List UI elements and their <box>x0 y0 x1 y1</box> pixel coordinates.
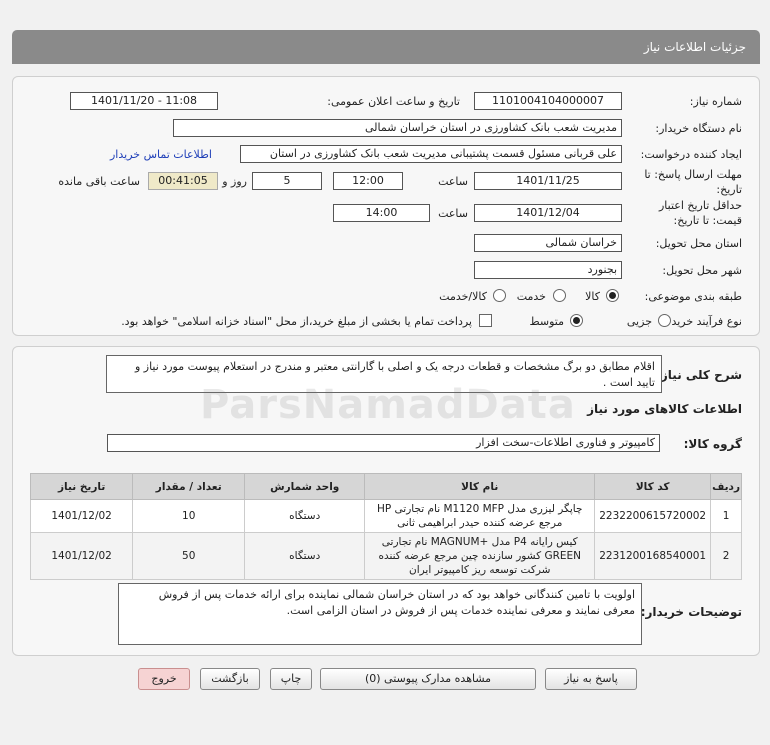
city-label: شهر محل تحویل: <box>662 264 742 277</box>
description-label: شرح کلی نیاز: <box>656 368 742 382</box>
cell-row: 1 <box>710 499 742 533</box>
deadline-label-line2: تاریخ: <box>716 183 742 196</box>
province-field: خراسان شمالی <box>474 234 622 252</box>
need-number-field: 1101004104000007 <box>474 92 622 110</box>
cell-unit: دستگاه <box>244 532 366 580</box>
creator-field: علی قربانی مسئول قسمت پشتیبانی مدیریت شع… <box>240 145 622 163</box>
treasury-payment-checkbox[interactable] <box>479 314 492 327</box>
buyer-org-field: مدیریت شعب بانک کشاورزی در استان خراسان … <box>173 119 622 137</box>
process-minor-label: جزیی <box>626 315 652 328</box>
cell-date: 1401/12/02 <box>29 499 134 533</box>
col-unit: واحد شمارش <box>244 473 366 500</box>
deadline-time-label: ساعت <box>438 175 468 188</box>
category-radio-goods[interactable] <box>606 289 619 302</box>
category-goods-label: کالا <box>585 290 600 303</box>
validity-date-field: 1401/12/04 <box>474 204 622 222</box>
process-radio-medium[interactable] <box>570 314 583 327</box>
goods-info-title: اطلاعات کالاهای مورد نیاز <box>587 402 742 416</box>
col-code: کد کالا <box>594 473 712 500</box>
reply-button[interactable]: پاسخ به نیاز <box>545 668 637 690</box>
goods-table: ردیف کد کالا نام کالا واحد شمارش تعداد /… <box>29 473 742 580</box>
buyer-org-label: نام دستگاه خریدار: <box>655 122 742 135</box>
process-medium-label: متوسط <box>529 315 564 328</box>
exit-button[interactable]: خروج <box>138 668 190 690</box>
deadline-date-field: 1401/11/25 <box>474 172 622 190</box>
buyer-notes-text: اولویت با تامین کنندگانی خواهد بود که در… <box>118 583 642 645</box>
treasury-payment-note: پرداخت تمام یا بخشی از مبلغ خرید،از محل … <box>121 315 472 328</box>
days-label: روز و <box>222 175 247 188</box>
process-radio-minor[interactable] <box>658 314 671 327</box>
buyer-contact-link[interactable]: اطلاعات تماس خریدار <box>110 148 212 161</box>
announce-field: 1401/11/20 - 11:08 <box>70 92 218 110</box>
col-date: تاریخ نیاز <box>29 473 134 500</box>
col-qty: تعداد / مقدار <box>132 473 246 500</box>
city-field: بجنورد <box>474 261 622 279</box>
goods-group-field: کامپیوتر و فناوری اطلاعات-سخت افزار <box>107 434 660 452</box>
cell-date: 1401/12/02 <box>29 532 134 580</box>
validity-time-field: 14:00 <box>333 204 430 222</box>
validity-time-label: ساعت <box>438 207 468 220</box>
cell-qty: 10 <box>132 499 246 533</box>
deadline-time-field: 12:00 <box>333 172 403 190</box>
goods-group-label: گروه کالا: <box>683 437 742 451</box>
cell-code: 2231200168540001 <box>594 532 712 580</box>
category-radio-service[interactable] <box>553 289 566 302</box>
cell-code: 2232200615720002 <box>594 499 712 533</box>
creator-label: ایجاد کننده درخواست: <box>640 148 742 161</box>
col-name: نام کالا <box>364 473 596 500</box>
remaining-label: ساعت باقی مانده <box>58 175 140 188</box>
category-goods-service-label: کالا/خدمت <box>439 290 487 303</box>
print-button[interactable]: چاپ <box>270 668 312 690</box>
cell-name: کیس رایانه P4 مدل +MAGNUM نام تجارتی GRE… <box>364 532 596 580</box>
col-row: ردیف <box>710 473 742 500</box>
need-number-label: شماره نیاز: <box>689 95 742 108</box>
deadline-label-line1: مهلت ارسال پاسخ: تا <box>644 168 742 181</box>
remaining-time-field: 00:41:05 <box>148 172 218 190</box>
cell-unit: دستگاه <box>244 499 366 533</box>
cell-name: چاپگر لیزری مدل M1120 MFP نام تجارتی HP … <box>364 499 596 533</box>
days-field: 5 <box>252 172 322 190</box>
table-row: 2 2231200168540001 کیس رایانه P4 مدل +MA… <box>29 532 742 580</box>
cell-row: 2 <box>710 532 742 580</box>
page-header: جزئیات اطلاعات نیاز <box>12 30 760 64</box>
province-label: استان محل تحویل: <box>655 237 742 250</box>
deadline-label: مهلت ارسال پاسخ: تا تاریخ: <box>644 167 742 197</box>
validity-label: حداقل تاریخ اعتبار قیمت: تا تاریخ: <box>659 198 742 228</box>
view-attachments-button[interactable]: مشاهده مدارک پیوستی (0) <box>320 668 536 690</box>
validity-label-line2: قیمت: تا تاریخ: <box>673 214 742 227</box>
category-service-label: خدمت <box>516 290 546 303</box>
table-row: 1 2232200615720002 چاپگر لیزری مدل M1120… <box>29 499 742 533</box>
announce-label: تاریخ و ساعت اعلان عمومی: <box>327 95 460 108</box>
process-label: نوع فرآیند خرید : <box>664 315 742 328</box>
cell-qty: 50 <box>132 532 246 580</box>
buyer-notes-label: توضیحات خریدار: <box>640 605 742 619</box>
validity-label-line1: حداقل تاریخ اعتبار <box>658 199 742 212</box>
category-radio-goods-service[interactable] <box>493 289 506 302</box>
description-text: اقلام مطابق دو برگ مشخصات و قطعات درجه ی… <box>106 355 662 393</box>
back-button[interactable]: بازگشت <box>200 668 260 690</box>
category-label: طبقه بندی موضوعی: <box>644 290 742 303</box>
